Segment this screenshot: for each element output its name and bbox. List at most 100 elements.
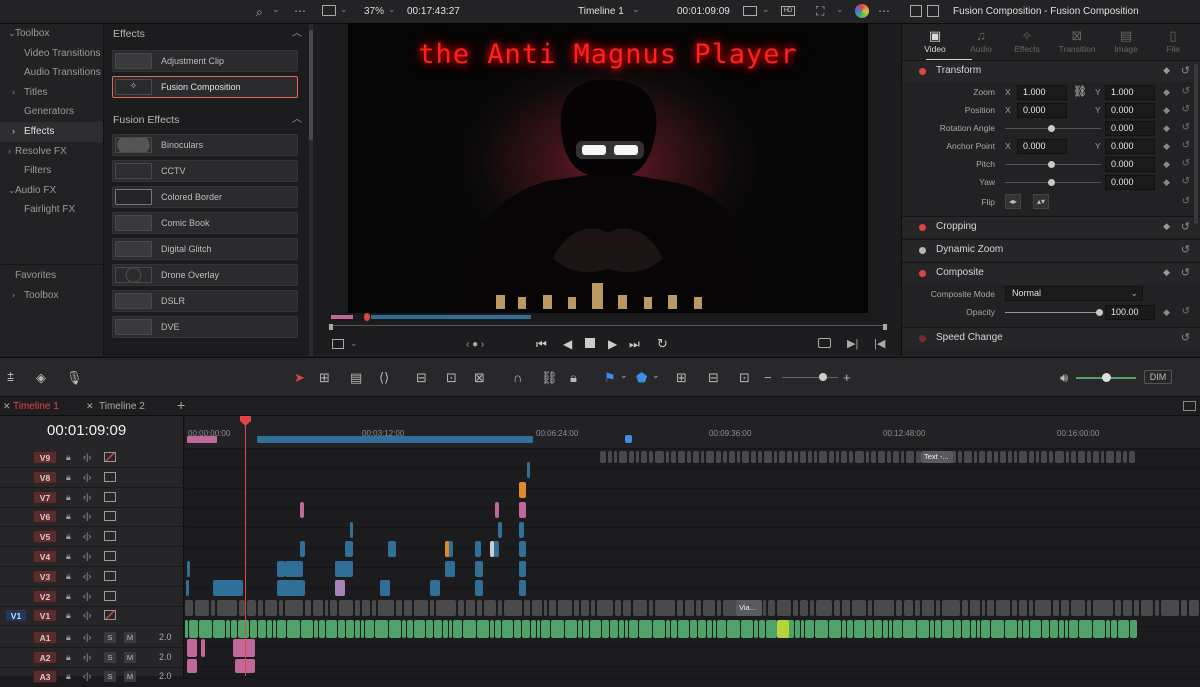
- v1-clip[interactable]: [655, 600, 675, 616]
- section-header-effects[interactable]: Effects ︿: [104, 24, 312, 44]
- slider-knob[interactable]: [1096, 309, 1103, 316]
- lock-icon[interactable]: 🔒︎: [66, 531, 71, 542]
- v1-clip[interactable]: [362, 600, 370, 616]
- timeline-clip[interactable]: [430, 580, 440, 596]
- audio-clip[interactable]: [590, 620, 601, 638]
- tab-audio[interactable]: ♫ Audio: [958, 28, 1004, 54]
- track-visibility-icon[interactable]: [104, 471, 116, 482]
- v1-clip[interactable]: [414, 600, 428, 616]
- v1-clip[interactable]: [544, 600, 547, 616]
- v9-clip[interactable]: [1019, 451, 1027, 463]
- v1-clip[interactable]: [325, 600, 328, 616]
- timeline-clip[interactable]: [300, 541, 305, 557]
- audio-clip[interactable]: [187, 639, 197, 657]
- tree-item-resolve-fx[interactable]: › Resolve FX: [0, 142, 103, 162]
- audio-clip[interactable]: [903, 620, 916, 638]
- reset-icon[interactable]: ↺: [1181, 220, 1190, 233]
- audio-clip[interactable]: [777, 620, 789, 638]
- chevron-down-icon[interactable]: ⌄: [272, 4, 280, 15]
- v1-clip[interactable]: [330, 600, 337, 616]
- audio-clip[interactable]: [815, 620, 828, 638]
- timeline-clip[interactable]: [445, 541, 449, 557]
- effect-dve[interactable]: DVE: [112, 316, 298, 338]
- mini-playhead[interactable]: [364, 313, 370, 321]
- audio-clip[interactable]: [361, 620, 364, 638]
- v1-clip[interactable]: [874, 600, 894, 616]
- v1-clip[interactable]: [247, 600, 256, 616]
- section-composite[interactable]: Composite ◆ ↺: [902, 262, 1200, 284]
- effect-adjustment-clip[interactable]: Adjustment Clip: [112, 50, 298, 72]
- v9-clip[interactable]: [974, 451, 977, 463]
- audio-clip[interactable]: [1111, 620, 1117, 638]
- track-header-v3[interactable]: V3 🔒︎ ‹|›: [0, 567, 184, 587]
- slider-knob[interactable]: [1048, 161, 1055, 168]
- stop-icon[interactable]: [585, 338, 595, 348]
- anchor-x-field[interactable]: 0.000: [1017, 139, 1067, 154]
- reset-icon[interactable]: ↺: [1181, 243, 1190, 256]
- v9-clip[interactable]: [906, 451, 914, 463]
- v9-clip[interactable]: [829, 451, 834, 463]
- insert-clip-icon[interactable]: ⊟: [416, 370, 427, 386]
- audio-clip[interactable]: [226, 620, 230, 638]
- audio-clip[interactable]: [443, 620, 448, 638]
- audio-clip[interactable]: [754, 620, 758, 638]
- v1-clip[interactable]: [615, 600, 621, 616]
- audio-clip[interactable]: [375, 620, 388, 638]
- v1-clip[interactable]: [942, 600, 960, 616]
- v9-clip[interactable]: [1049, 451, 1053, 463]
- jump-to-start-icon[interactable]: ⏮: [536, 337, 547, 352]
- audio-clip[interactable]: [893, 620, 902, 638]
- v9-clip[interactable]: [701, 451, 704, 463]
- auto-select-icon[interactable]: ‹|›: [83, 551, 91, 561]
- v9-clip[interactable]: [751, 451, 756, 463]
- timeline-clip[interactable]: [300, 502, 304, 518]
- audio-clip[interactable]: [766, 620, 777, 638]
- inspector-scrollbar[interactable]: [1194, 64, 1198, 224]
- section-speed-change[interactable]: Speed Change ↺: [902, 327, 1200, 349]
- track-header-v7[interactable]: V7 🔒︎ ‹|›: [0, 488, 184, 508]
- inspector-split-icon[interactable]: [927, 5, 939, 17]
- audio-clip[interactable]: [346, 620, 354, 638]
- v1-clip[interactable]: [633, 600, 647, 616]
- rotation-field[interactable]: 0.000: [1105, 121, 1155, 136]
- audio-clip[interactable]: [981, 620, 990, 638]
- timeline-clip[interactable]: [213, 580, 243, 596]
- chevron-down-icon[interactable]: ⌄: [652, 370, 660, 381]
- audio-clip[interactable]: [671, 620, 677, 638]
- timeline-clip[interactable]: [490, 541, 494, 557]
- position-x-field[interactable]: 0.000: [1017, 103, 1067, 118]
- audio-clip[interactable]: [801, 620, 804, 638]
- v1-clip[interactable]: [1061, 600, 1069, 616]
- chevron-down-icon[interactable]: ⌄: [620, 370, 628, 381]
- v1-clip[interactable]: [217, 600, 237, 616]
- v1-clip[interactable]: [597, 600, 613, 616]
- more-options-icon[interactable]: ⋯: [878, 4, 890, 18]
- v9-clip[interactable]: [871, 451, 876, 463]
- solo-button[interactable]: S: [104, 671, 116, 682]
- v9-clip[interactable]: [1129, 451, 1135, 463]
- v9-clip[interactable]: [666, 451, 669, 463]
- audio-clip[interactable]: [365, 620, 374, 638]
- reset-icon[interactable]: ↺: [1182, 306, 1190, 317]
- audio-clip[interactable]: [1059, 620, 1064, 638]
- zoom-custom-icon[interactable]: ⊡: [739, 370, 750, 386]
- v1-clip[interactable]: [936, 600, 940, 616]
- audio-clip[interactable]: [541, 620, 550, 638]
- slider-knob[interactable]: [1102, 373, 1111, 382]
- v9-clip[interactable]: [1093, 451, 1099, 463]
- reset-icon[interactable]: ↺: [1182, 104, 1190, 115]
- lock-icon[interactable]: 🔒︎: [66, 591, 71, 602]
- v1-clip[interactable]: [1053, 600, 1059, 616]
- v1-clip[interactable]: [574, 600, 579, 616]
- audio-clip[interactable]: [842, 620, 846, 638]
- keyframe-icon[interactable]: ◆: [1163, 87, 1170, 98]
- timeline-clip[interactable]: [388, 541, 396, 557]
- lock-icon[interactable]: 🔒︎: [570, 370, 577, 386]
- v1-clip[interactable]: [896, 600, 902, 616]
- track-visibility-icon[interactable]: [104, 551, 116, 561]
- tree-item-audio-transitions[interactable]: Audio Transitions: [0, 63, 103, 83]
- track-visibility-icon[interactable]: [104, 590, 116, 601]
- audio-clip[interactable]: [273, 620, 276, 638]
- tree-item-video-transitions[interactable]: Video Transitions: [0, 44, 103, 64]
- track-visibility-icon[interactable]: [104, 610, 116, 621]
